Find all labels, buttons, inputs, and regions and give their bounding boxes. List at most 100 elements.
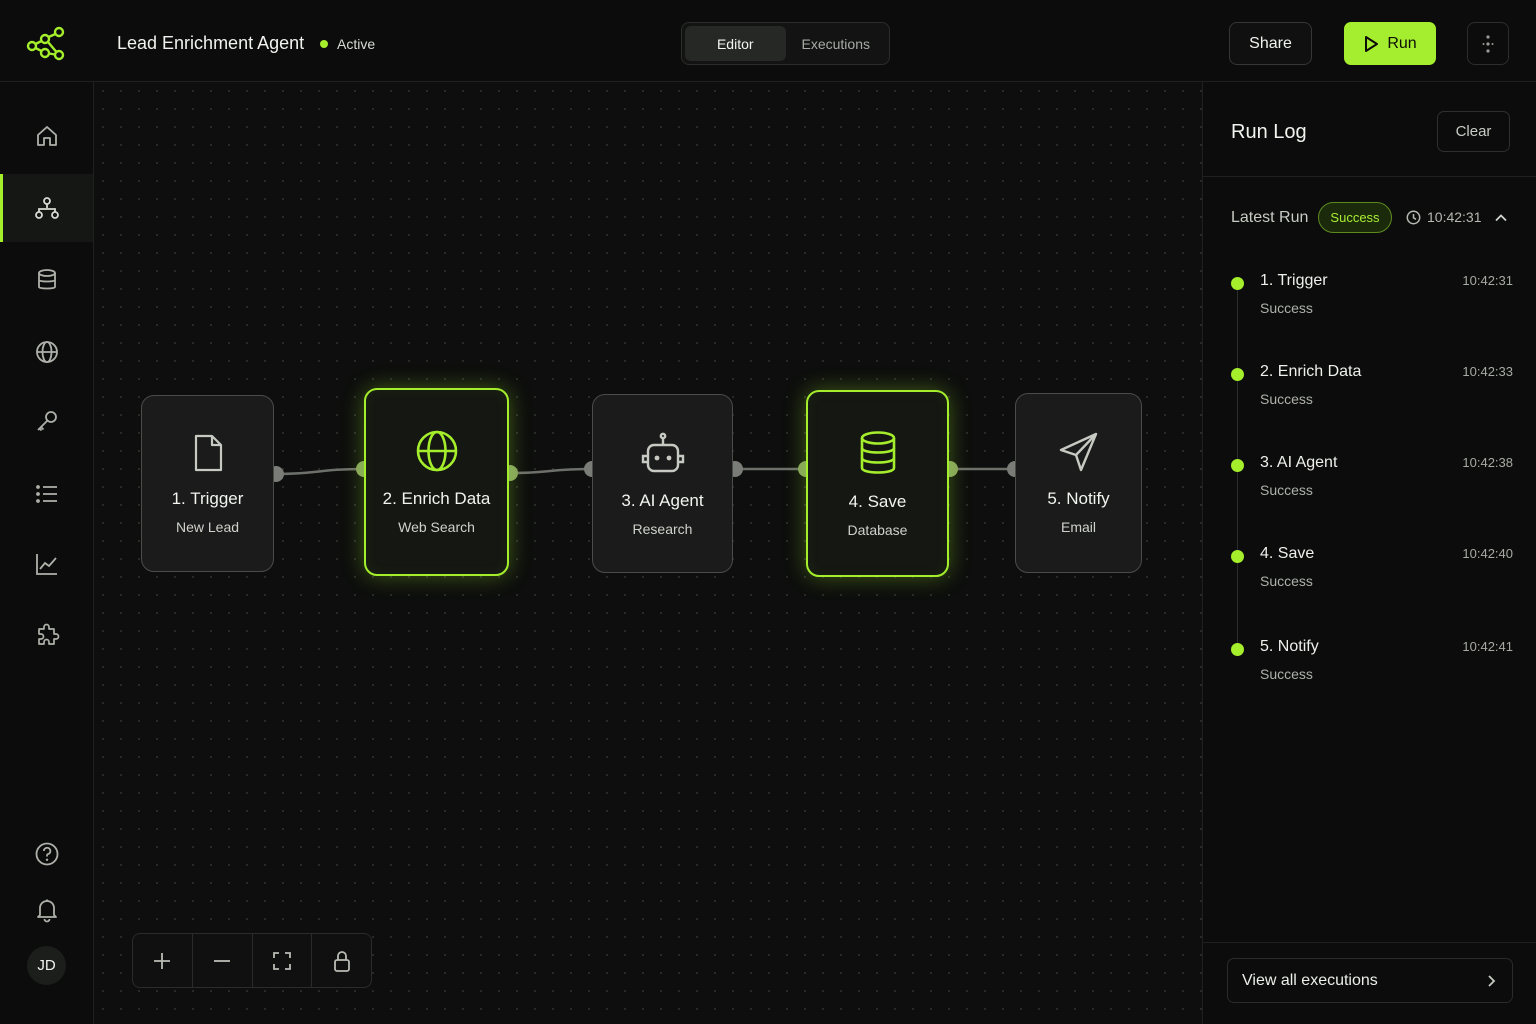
log-entry-title: 2. Enrich Data bbox=[1260, 363, 1362, 380]
sidebar-item-integrations[interactable] bbox=[0, 600, 93, 668]
top-bar: Lead Enrichment Agent Active Editor Exec… bbox=[0, 0, 1536, 82]
user-avatar[interactable]: JD bbox=[27, 946, 66, 985]
node-title: 4. Save bbox=[848, 491, 907, 511]
success-dot-icon bbox=[1231, 368, 1244, 381]
view-all-executions-button[interactable]: View all executions bbox=[1227, 958, 1513, 1003]
more-options-button[interactable] bbox=[1467, 22, 1509, 65]
log-entry-time: 10:42:40 bbox=[1462, 546, 1513, 561]
success-dot-icon bbox=[1231, 459, 1244, 472]
sidebar-item-notifications[interactable] bbox=[0, 876, 93, 944]
clear-button[interactable]: Clear bbox=[1437, 111, 1510, 152]
list-icon bbox=[34, 481, 60, 507]
log-entry-status: Success bbox=[1260, 391, 1313, 407]
log-entry[interactable]: 5. Notify Success 10:42:41 bbox=[1231, 638, 1521, 698]
fit-view-button[interactable] bbox=[253, 934, 313, 987]
sidebar: JD bbox=[0, 82, 94, 1024]
canvas-controls bbox=[132, 933, 372, 988]
latest-run-time: 10:42:31 bbox=[1406, 209, 1482, 225]
collapse-button[interactable] bbox=[1493, 210, 1509, 226]
node-trigger[interactable]: 1. Trigger New Lead bbox=[141, 395, 274, 572]
chart-icon bbox=[34, 551, 60, 577]
log-entry-time: 10:42:31 bbox=[1462, 273, 1513, 288]
run-button-label: Run bbox=[1387, 34, 1417, 52]
sidebar-item-home[interactable] bbox=[0, 102, 93, 170]
chevron-right-icon bbox=[1484, 973, 1498, 989]
zoom-in-button[interactable] bbox=[133, 934, 193, 987]
log-entry-title: 4. Save bbox=[1260, 545, 1315, 562]
robot-icon bbox=[639, 431, 687, 475]
node-subtitle: Research bbox=[632, 520, 693, 537]
workflow-icon bbox=[34, 195, 60, 221]
plus-icon bbox=[152, 951, 172, 971]
log-entry-time: 10:42:33 bbox=[1462, 364, 1513, 379]
globe-icon bbox=[34, 339, 60, 365]
status-dot-icon bbox=[320, 40, 328, 48]
node-title: 5. Notify bbox=[1047, 489, 1110, 508]
log-entry[interactable]: 1. Trigger Success 10:42:31 bbox=[1231, 272, 1521, 332]
node-subtitle: Web Search bbox=[398, 519, 475, 535]
log-entry-title: 3. AI Agent bbox=[1260, 454, 1338, 471]
minus-icon bbox=[212, 951, 232, 971]
log-entry[interactable]: 4. Save Success 10:42:40 bbox=[1231, 545, 1521, 605]
log-entry-title: 5. Notify bbox=[1260, 638, 1319, 655]
sidebar-item-data[interactable] bbox=[0, 246, 93, 314]
success-dot-icon bbox=[1231, 643, 1244, 656]
edge-trigger-enrich bbox=[275, 467, 365, 476]
sidebar-item-workflows[interactable] bbox=[0, 174, 93, 242]
log-entry[interactable]: 2. Enrich Data Success 10:42:33 bbox=[1231, 363, 1521, 423]
node-notify[interactable]: 5. Notify Email bbox=[1015, 393, 1142, 573]
sidebar-item-credentials[interactable] bbox=[0, 388, 93, 456]
bell-icon bbox=[34, 897, 60, 923]
tab-executions[interactable]: Executions bbox=[786, 26, 887, 61]
status-label: Active bbox=[337, 36, 376, 52]
node-save[interactable]: 4. Save Database bbox=[806, 390, 949, 577]
database-icon bbox=[34, 267, 60, 293]
puzzle-icon bbox=[34, 621, 60, 647]
panel-title: Run Log bbox=[1231, 121, 1307, 143]
sidebar-item-analytics[interactable] bbox=[0, 530, 93, 598]
log-entry-status: Success bbox=[1260, 666, 1313, 682]
node-title: 3. AI Agent bbox=[621, 490, 704, 510]
log-entry-status: Success bbox=[1260, 573, 1313, 589]
log-entry-time: 10:42:38 bbox=[1462, 455, 1513, 470]
more-vertical-icon bbox=[1482, 34, 1494, 54]
view-all-label: View all executions bbox=[1242, 971, 1378, 989]
node-subtitle: Database bbox=[847, 521, 908, 538]
clock-icon bbox=[1406, 210, 1421, 225]
file-icon bbox=[191, 433, 225, 473]
workflow-canvas[interactable]: 1. Trigger New Lead 2. Enrich Data Web S… bbox=[94, 82, 1202, 1024]
status-badge: Success bbox=[1318, 202, 1392, 233]
sidebar-item-logs[interactable] bbox=[0, 460, 93, 528]
edge-enrich-agent bbox=[509, 467, 593, 475]
database-icon bbox=[858, 430, 898, 476]
node-enrich-data[interactable]: 2. Enrich Data Web Search bbox=[364, 388, 509, 576]
node-subtitle: Email bbox=[1060, 519, 1096, 535]
node-title: 2. Enrich Data bbox=[382, 489, 491, 508]
help-icon bbox=[34, 841, 60, 867]
workflow-title[interactable]: Lead Enrichment Agent bbox=[117, 33, 304, 54]
chevron-up-icon bbox=[1493, 210, 1509, 226]
send-icon bbox=[1058, 431, 1100, 473]
fit-view-icon bbox=[272, 951, 292, 971]
run-log-panel: Run Log Clear Latest Run Success 10:42:3… bbox=[1202, 82, 1536, 1024]
latest-time-label: 10:42:31 bbox=[1427, 209, 1482, 225]
log-entry[interactable]: 3. AI Agent Success 10:42:38 bbox=[1231, 454, 1521, 514]
node-ai-agent[interactable]: 3. AI Agent Research bbox=[592, 394, 733, 573]
node-title: 1. Trigger bbox=[171, 488, 244, 508]
home-icon bbox=[34, 123, 60, 149]
view-tabs: Editor Executions bbox=[681, 22, 890, 65]
tab-editor[interactable]: Editor bbox=[685, 26, 786, 61]
key-icon bbox=[34, 409, 60, 435]
share-button[interactable]: Share bbox=[1229, 22, 1312, 65]
lock-canvas-button[interactable] bbox=[312, 934, 371, 987]
run-button[interactable]: Run bbox=[1344, 22, 1436, 65]
log-entry-status: Success bbox=[1260, 300, 1313, 316]
lock-icon bbox=[332, 950, 352, 972]
app-logo-icon[interactable] bbox=[26, 26, 66, 62]
zoom-out-button[interactable] bbox=[193, 934, 253, 987]
divider bbox=[1203, 176, 1536, 177]
sidebar-item-web[interactable] bbox=[0, 318, 93, 386]
log-entry-status: Success bbox=[1260, 482, 1313, 498]
divider bbox=[1203, 942, 1536, 943]
log-entry-time: 10:42:41 bbox=[1462, 639, 1513, 654]
